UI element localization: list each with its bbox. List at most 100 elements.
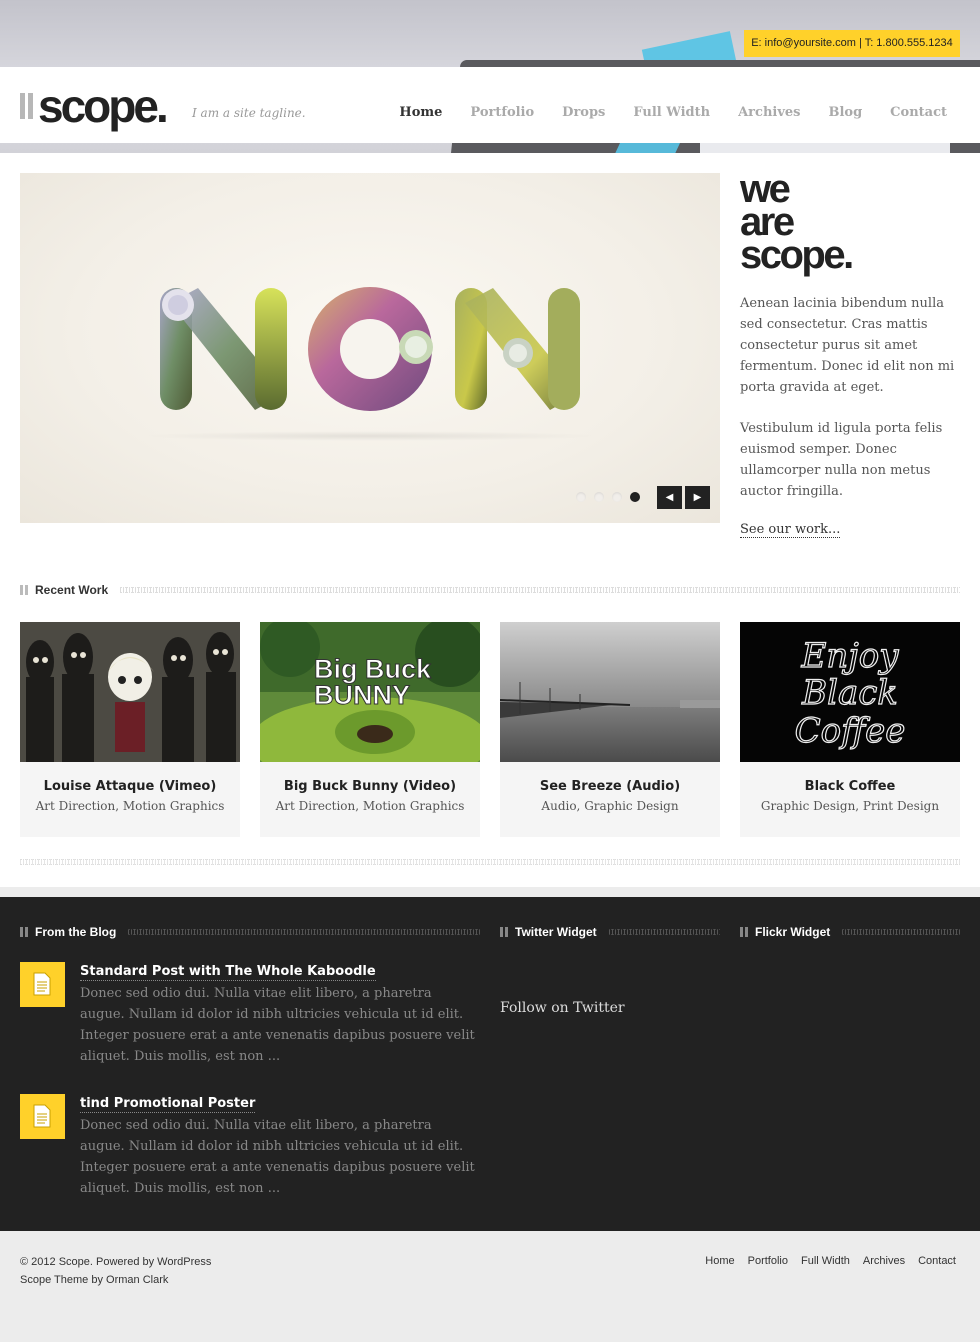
post-title-link[interactable]: tind Promotional Poster xyxy=(80,1096,256,1113)
copyright-year: © 2012 xyxy=(20,1256,56,1268)
work-title[interactable]: Louise Attaque (Vimeo) xyxy=(20,779,240,794)
big-buck-bunny-thumbnail: Big Buck BUNNY xyxy=(260,622,480,762)
footer-nav-portfolio[interactable]: Portfolio xyxy=(748,1255,788,1267)
bunny-title-line: BUNNY xyxy=(314,680,410,710)
intro-headline: we are scope. xyxy=(740,169,960,277)
work-item[interactable]: See Breeze (Audio) Audio, Graphic Design xyxy=(500,622,720,837)
post-icon xyxy=(20,1094,65,1139)
copyright: © 2012 Scope. Powered by WordPress Scope… xyxy=(20,1253,211,1289)
nav-blog[interactable]: Blog xyxy=(828,105,862,120)
widgets-area: From the Blog Twitter Widget Flickr Widg… xyxy=(0,897,980,1231)
work-thumbnail[interactable]: Big Buck BUNNY xyxy=(260,622,480,762)
work-title[interactable]: Big Buck Bunny (Video) xyxy=(260,779,480,794)
nav-portfolio[interactable]: Portfolio xyxy=(470,105,534,120)
site-logo[interactable]: scope. xyxy=(20,80,169,132)
author-link[interactable]: Orman Clark xyxy=(106,1274,168,1286)
footer-nav-full-width[interactable]: Full Width xyxy=(801,1255,850,1267)
section-divider xyxy=(20,859,960,865)
document-icon xyxy=(33,972,51,996)
blog-post: Standard Post with The Whole Kaboodle Do… xyxy=(20,962,480,1067)
site-link[interactable]: Scope xyxy=(59,1256,90,1268)
work-thumbnail[interactable] xyxy=(500,622,720,762)
nav-contact[interactable]: Contact xyxy=(890,105,947,120)
footer-nav-contact[interactable]: Contact xyxy=(918,1255,956,1267)
theme-link[interactable]: Scope Theme xyxy=(20,1274,88,1286)
headline-line: scope. xyxy=(740,233,854,277)
nav-archives[interactable]: Archives xyxy=(738,105,800,120)
slider-dot[interactable] xyxy=(594,492,604,502)
site-tagline: I am a site tagline. xyxy=(192,106,306,120)
work-item[interactable]: Big Buck BUNNY Big Buck Bunny (Video) Ar… xyxy=(260,622,480,837)
work-item[interactable]: Enjoy Black Coffee Black Coffee Graphic … xyxy=(740,622,960,837)
flickr-heading: Flickr Widget xyxy=(740,925,960,939)
section-bars-icon xyxy=(740,927,748,937)
section-divider xyxy=(608,929,720,935)
wordpress-link[interactable]: WordPress xyxy=(157,1256,211,1268)
section-divider xyxy=(120,587,960,593)
see-breeze-thumbnail xyxy=(500,622,720,762)
section-divider xyxy=(128,929,480,935)
slide-image-non xyxy=(160,287,580,411)
recent-work-heading: Recent Work xyxy=(20,583,960,597)
slider-prev-button[interactable]: ◀ xyxy=(657,486,682,509)
work-thumbnail[interactable] xyxy=(20,622,240,762)
post-icon xyxy=(20,962,65,1007)
footer-nav-archives[interactable]: Archives xyxy=(863,1255,905,1267)
black-coffee-thumbnail: Enjoy Black Coffee xyxy=(740,622,960,762)
twitter-heading: Twitter Widget xyxy=(500,925,720,939)
section-divider xyxy=(842,929,960,935)
powered-by-text: . Powered by xyxy=(89,1256,155,1268)
slider-arrows: ◀ ▶ xyxy=(657,486,710,509)
by-text: by xyxy=(91,1274,103,1286)
section-bars-icon xyxy=(20,927,28,937)
image-slider[interactable]: ◀ ▶ xyxy=(20,173,720,523)
main-nav: Home Portfolio Drops Full Width Archives… xyxy=(399,105,947,120)
site-footer: © 2012 Scope. Powered by WordPress Scope… xyxy=(0,1231,980,1342)
work-categories: Art Direction, Motion Graphics xyxy=(275,799,465,813)
footer-nav-home[interactable]: Home xyxy=(705,1255,734,1267)
logo-bars-icon xyxy=(20,93,34,119)
section-title: Flickr Widget xyxy=(755,925,831,939)
coffee-script-line: Enjoy xyxy=(801,636,900,676)
post-title-link[interactable]: Standard Post with The Whole Kaboodle xyxy=(80,964,376,981)
nav-full-width[interactable]: Full Width xyxy=(633,105,710,120)
recent-work-grid: Louise Attaque (Vimeo) Art Direction, Mo… xyxy=(20,622,960,837)
nav-drops[interactable]: Drops xyxy=(562,105,605,120)
intro-paragraph: Aenean lacinia bibendum nulla sed consec… xyxy=(740,296,955,395)
work-categories: Audio, Graphic Design xyxy=(541,799,679,813)
section-title: From the Blog xyxy=(35,925,117,939)
slider-pagination xyxy=(576,492,640,502)
slider-dot-active[interactable] xyxy=(630,492,640,502)
coffee-script-line: Coffee xyxy=(795,711,906,751)
chevron-left-icon: ◀ xyxy=(665,492,674,503)
follow-on-twitter-link[interactable]: Follow on Twitter xyxy=(500,1000,625,1016)
work-title[interactable]: See Breeze (Audio) xyxy=(500,779,720,794)
nav-home[interactable]: Home xyxy=(399,105,442,120)
work-item[interactable]: Louise Attaque (Vimeo) Art Direction, Mo… xyxy=(20,622,240,837)
main-content: ◀ ▶ we are scope. Aenean lacinia bibendu… xyxy=(0,153,980,887)
section-bars-icon xyxy=(500,927,508,937)
intro-panel: we are scope. Aenean lacinia bibendum nu… xyxy=(740,169,960,538)
section-title: Twitter Widget xyxy=(515,925,597,939)
slider-dot[interactable] xyxy=(612,492,622,502)
chevron-right-icon: ▶ xyxy=(693,492,702,503)
slide-shadow xyxy=(140,431,600,441)
intro-paragraph: Vestibulum id ligula porta felis euismod… xyxy=(740,421,943,499)
contact-bar: E: info@yoursite.com | T: 1.800.555.1234 xyxy=(744,30,960,57)
section-bars-icon xyxy=(20,585,28,595)
blog-heading: From the Blog xyxy=(20,925,480,939)
site-header: scope. I am a site tagline. Home Portfol… xyxy=(0,67,980,143)
see-our-work-link[interactable]: See our work... xyxy=(740,522,841,538)
post-excerpt: Donec sed odio dui. Nulla vitae elit lib… xyxy=(80,1118,475,1196)
slider-dot[interactable] xyxy=(576,492,586,502)
louise-attaque-thumbnail xyxy=(20,622,240,762)
post-excerpt: Donec sed odio dui. Nulla vitae elit lib… xyxy=(80,986,475,1064)
footer-nav: Home Portfolio Full Width Archives Conta… xyxy=(705,1255,956,1267)
work-title[interactable]: Black Coffee xyxy=(740,779,960,794)
coffee-script-line: Black xyxy=(801,673,898,713)
slider-next-button[interactable]: ▶ xyxy=(685,486,710,509)
section-title: Recent Work xyxy=(35,583,109,597)
logo-text: scope. xyxy=(38,80,169,132)
work-categories: Art Direction, Motion Graphics xyxy=(35,799,225,813)
work-thumbnail[interactable]: Enjoy Black Coffee xyxy=(740,622,960,762)
